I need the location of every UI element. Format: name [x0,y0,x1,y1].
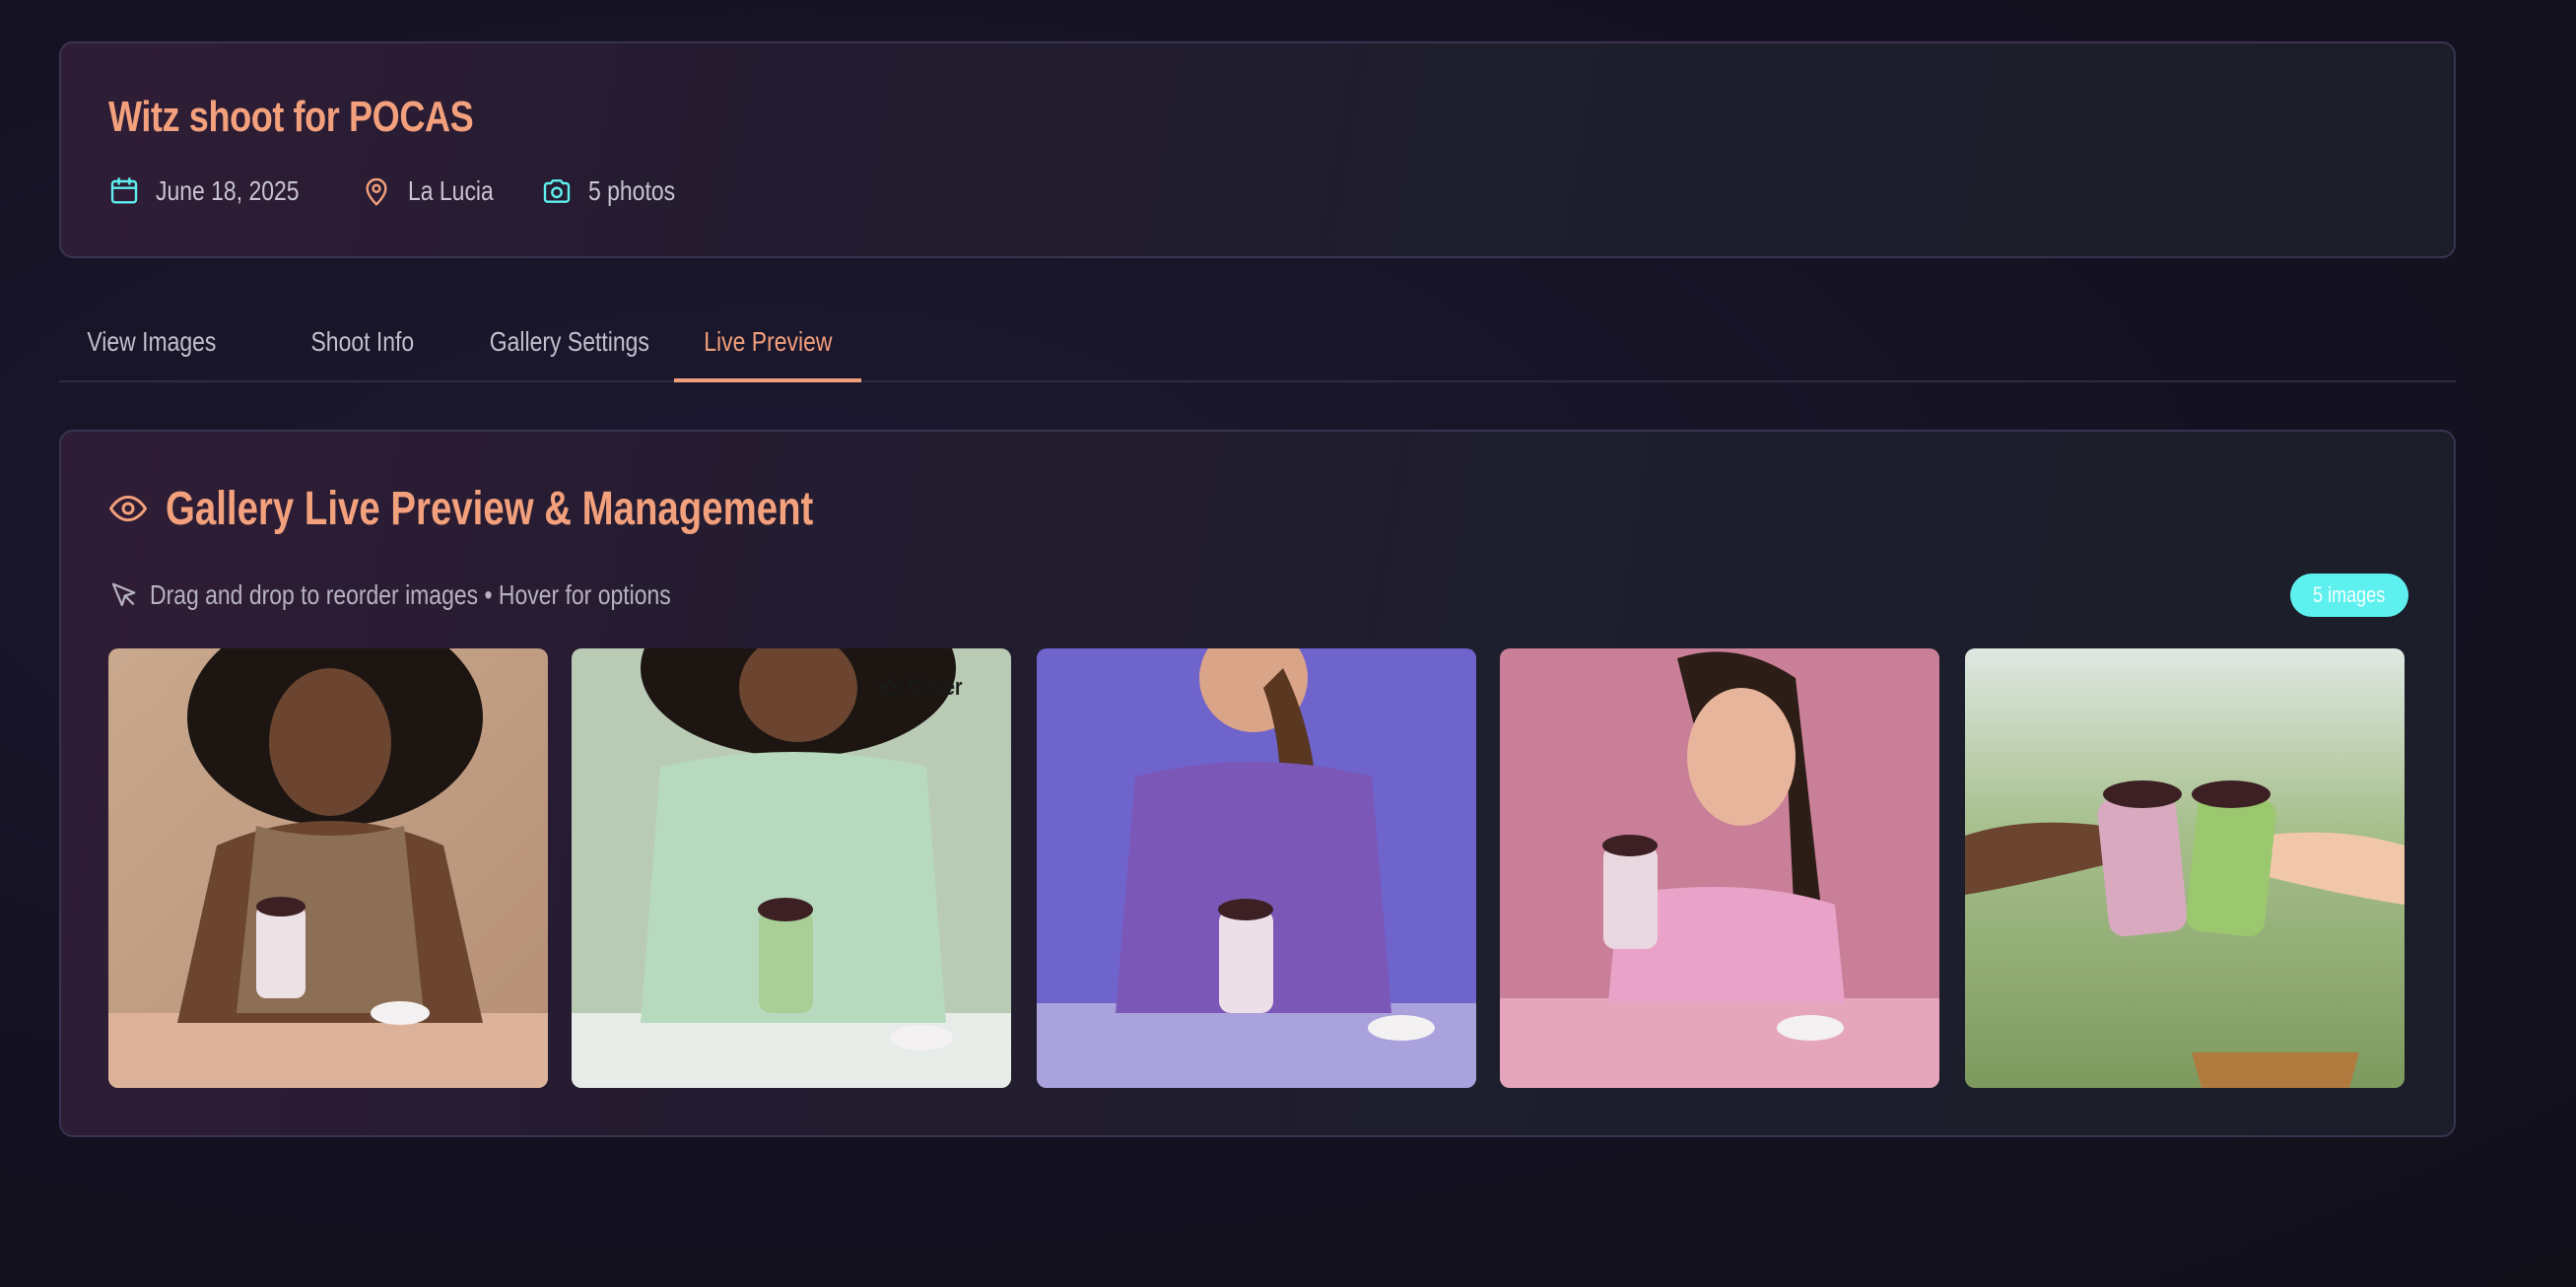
shoot-location: La Lucia [361,175,512,207]
gallery-title: Gallery Live Preview & Management [166,482,814,535]
cover-label: Cover [908,674,963,701]
gallery-image-5[interactable] [1965,648,2405,1088]
image-count-badge-text: 5 images [2313,582,2386,607]
shoot-meta-row: June 18, 2025 La Lucia 5 photos [108,171,724,211]
camera-icon [544,179,571,203]
gallery-image-4[interactable] [1500,648,1939,1088]
gallery-image-3[interactable] [1037,648,1476,1088]
gallery-thumbnail-grid: Cover [108,648,2408,1088]
cursor-pointer-icon [111,582,136,607]
image-count-badge: 5 images [2290,574,2408,617]
tab-live-preview-label: Live Preview [703,326,833,357]
map-pin-icon [365,177,387,206]
shoot-header-card: Witz shoot for POCAS June 18, 2025 La Lu… [59,41,2456,258]
tab-gallery-settings-label: Gallery Settings [489,326,650,357]
photo-two-drinks-toast [1965,648,2405,1088]
eye-icon [109,495,147,522]
shoot-date-text: June 18, 2025 [156,175,300,206]
cover-badge: Cover [877,668,976,708]
gallery-hint: Drag and drop to reorder images • Hover … [108,576,785,615]
tab-shoot-info-label: Shoot Info [310,326,415,357]
shoot-location-text: La Lucia [407,175,494,206]
photo-woman-pink-top-drink [1500,648,1939,1088]
gallery-preview-card: Gallery Live Preview & Management Drag a… [59,430,2456,1137]
gallery-image-1[interactable] [108,648,548,1088]
photo-woman-green-top-green-drink [572,648,1011,1088]
tab-view-images-label: View Images [87,326,217,357]
tab-bar: View Images Shoot Info Gallery Settings … [59,311,2456,382]
tab-shoot-info[interactable]: Shoot Info [270,311,455,382]
tab-live-preview[interactable]: Live Preview [674,311,861,382]
shoot-photo-count: 5 photos [541,175,694,207]
page: Witz shoot for POCAS June 18, 2025 La Lu… [0,0,2576,1287]
crown-icon [879,679,901,696]
shoot-title: Witz shoot for POCAS [108,93,474,141]
shoot-photo-count-text: 5 photos [588,175,676,206]
photo-woman-brown-top-pink-drink [108,648,548,1088]
tab-gallery-settings[interactable]: Gallery Settings [455,311,684,382]
gallery-header: Gallery Live Preview & Management [108,479,976,538]
shoot-date: June 18, 2025 [108,175,331,207]
photo-woman-purple-top-drink [1037,648,1476,1088]
calendar-icon [110,177,138,204]
gallery-hint-text: Drag and drop to reorder images • Hover … [150,579,671,610]
tab-view-images[interactable]: View Images [59,311,244,382]
gallery-image-2[interactable]: Cover [572,648,1011,1088]
